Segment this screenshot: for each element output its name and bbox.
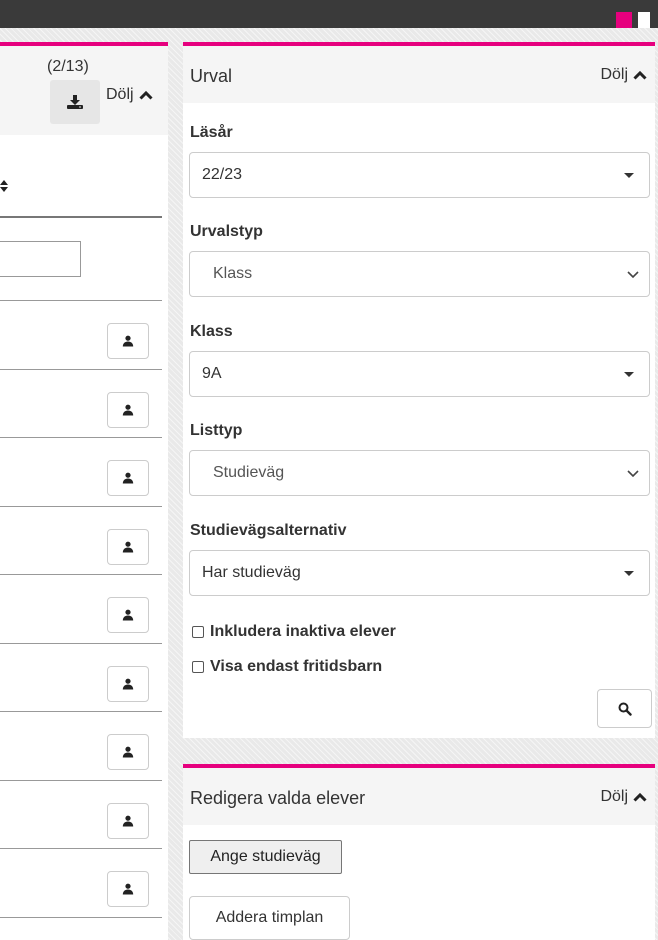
caret-down-icon xyxy=(624,571,634,576)
student-profile-button[interactable] xyxy=(107,666,149,702)
user-icon xyxy=(122,541,134,553)
urval-panel-header: Urval Dölj xyxy=(183,46,655,103)
checkbox-box[interactable] xyxy=(192,661,204,673)
studievag-select[interactable]: Har studieväg xyxy=(189,550,650,596)
redigera-panel-header: Redigera valda elever Dölj xyxy=(183,768,655,825)
chevron-up-icon xyxy=(633,792,647,802)
student-profile-button[interactable] xyxy=(107,323,149,359)
student-profile-button[interactable] xyxy=(107,734,149,770)
user-icon xyxy=(122,883,134,895)
table-row-divider xyxy=(0,506,162,507)
student-profile-button[interactable] xyxy=(107,392,149,428)
chevron-down-icon xyxy=(627,470,639,478)
lasar-label: Läsår xyxy=(190,124,233,141)
hide-label: Dölj xyxy=(600,788,628,805)
redigera-panel: Redigera valda elever Dölj Ange studievä… xyxy=(183,764,655,940)
top-bar xyxy=(0,0,658,28)
listtyp-label: Listtyp xyxy=(190,422,243,439)
redigera-hide-toggle[interactable]: Dölj xyxy=(600,788,647,806)
student-list-panel: (2/13) Dölj xyxy=(0,42,168,940)
lasar-value: 22/23 xyxy=(202,166,243,183)
inkludera-label: Inkludera inaktiva elever xyxy=(210,623,396,640)
student-profile-button[interactable] xyxy=(107,460,149,496)
lasar-select[interactable]: 22/23 xyxy=(189,152,650,198)
listtyp-value: Studieväg xyxy=(213,464,285,481)
table-row-divider xyxy=(0,369,162,370)
urvalstyp-value: Klass xyxy=(213,265,253,282)
user-icon xyxy=(122,746,134,758)
inkludera-inaktiva-checkbox[interactable]: Inkludera inaktiva elever xyxy=(192,623,396,641)
table-row-divider xyxy=(0,643,162,644)
table-row-divider xyxy=(0,300,162,301)
checkbox-box[interactable] xyxy=(192,626,204,638)
user-icon xyxy=(122,609,134,621)
top-bar-pink-block xyxy=(616,12,632,28)
chevron-up-icon xyxy=(633,70,647,80)
urval-hide-toggle[interactable]: Dölj xyxy=(600,66,647,84)
student-profile-button[interactable] xyxy=(107,803,149,839)
user-icon xyxy=(122,335,134,347)
table-row-divider xyxy=(0,437,162,438)
table-row-divider xyxy=(0,574,162,575)
klass-label: Klass xyxy=(190,323,233,340)
caret-down-icon xyxy=(624,173,634,178)
klass-select[interactable]: 9A xyxy=(189,351,650,397)
table-row-divider xyxy=(0,848,162,849)
redigera-title: Redigera valda elever xyxy=(190,788,366,808)
urval-panel: Urval Dölj Läsår 22/23 Urvalstyp Klass K… xyxy=(183,42,655,738)
download-icon xyxy=(67,95,83,109)
fritidsbarn-checkbox[interactable]: Visa endast fritidsbarn xyxy=(192,658,382,676)
selection-count: (2/13) xyxy=(47,58,89,75)
hide-label: Dölj xyxy=(106,86,134,103)
ange-studievag-button[interactable]: Ange studieväg xyxy=(189,840,342,874)
addera-timplan-button[interactable]: Addera timplan xyxy=(189,896,350,940)
search-icon xyxy=(618,702,632,716)
table-row-divider xyxy=(0,711,162,712)
caret-down-icon xyxy=(624,372,634,377)
listtyp-select[interactable]: Studieväg xyxy=(189,450,650,496)
search-button[interactable] xyxy=(597,689,652,728)
urvalstyp-select[interactable]: Klass xyxy=(189,251,650,297)
download-button[interactable] xyxy=(50,80,100,124)
table-header-divider xyxy=(0,216,162,218)
chevron-up-icon xyxy=(139,90,153,100)
student-profile-button[interactable] xyxy=(107,597,149,633)
student-list-header: (2/13) Dölj xyxy=(0,46,168,135)
chevron-down-icon xyxy=(627,271,639,279)
table-row-divider xyxy=(0,917,162,918)
urval-title: Urval xyxy=(190,66,233,86)
student-list-hide-toggle[interactable]: Dölj xyxy=(106,86,153,104)
sort-icon[interactable] xyxy=(0,180,8,195)
table-row-divider xyxy=(0,780,162,781)
top-bar-white-block xyxy=(638,12,650,28)
user-icon xyxy=(122,472,134,484)
student-profile-button[interactable] xyxy=(107,529,149,565)
studievag-value: Har studieväg xyxy=(202,564,301,581)
studievag-label: Studievägsalternativ xyxy=(190,522,347,539)
user-icon xyxy=(122,404,134,416)
hide-label: Dölj xyxy=(600,66,628,83)
user-icon xyxy=(122,678,134,690)
urvalstyp-label: Urvalstyp xyxy=(190,223,263,240)
klass-value: 9A xyxy=(202,365,222,382)
user-icon xyxy=(122,815,134,827)
student-profile-button[interactable] xyxy=(107,871,149,907)
fritids-label: Visa endast fritidsbarn xyxy=(210,658,383,675)
column-filter-input[interactable] xyxy=(0,241,81,277)
